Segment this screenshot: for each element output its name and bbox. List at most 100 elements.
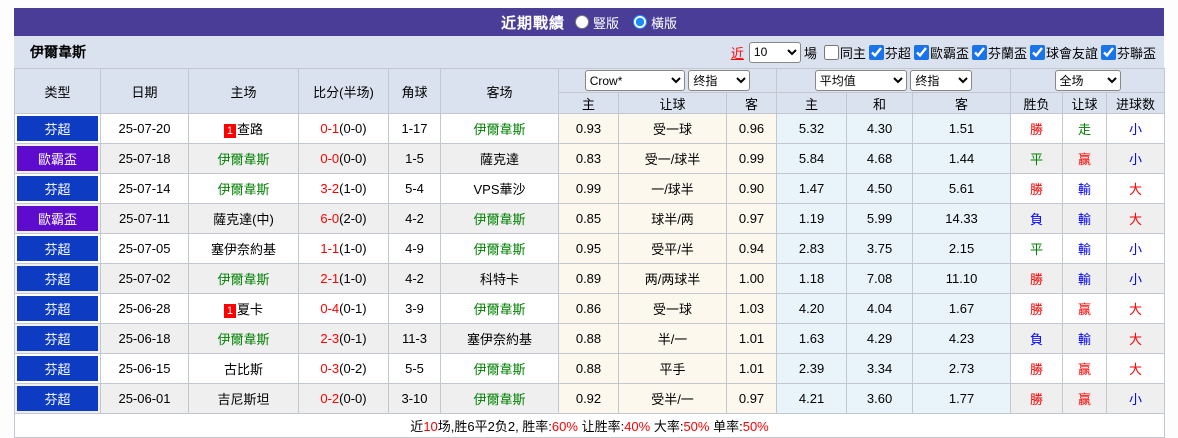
corner-score: 4-2 [388, 203, 441, 234]
fulltime-score: 2-3 [320, 331, 340, 346]
same-home-filter[interactable]: 同主 [823, 43, 866, 62]
red-card-badge: 1 [223, 304, 237, 318]
league-cell: 芬超 [14, 113, 101, 144]
summary-segment: 10 [423, 419, 438, 434]
halftime-score: (1-0) [339, 181, 367, 196]
odds-away-value: 0.99 [725, 143, 778, 174]
avg-source-select[interactable]: 平均值 [814, 70, 907, 91]
summary-row: 近10场,胜6平2负2, 胜率:60% 让胜率:40% 大率:50% 单率:50… [13, 413, 1166, 438]
match-count-select[interactable]: 10 [748, 41, 801, 63]
col-header-avg-draw: 和 [846, 92, 914, 114]
avg-away-value: 11.10 [912, 263, 1012, 294]
league-badge: 芬超 [17, 296, 98, 321]
away-team: 伊爾韋斯 [440, 353, 559, 384]
league-filter-checkbox[interactable] [971, 44, 987, 60]
odds-source-select[interactable]: Crow* [584, 70, 685, 91]
halftime-score: (2-0) [339, 211, 367, 226]
summary-cell: 近10场,胜6平2负2, 胜率:60% 让胜率:40% 大率:50% 单率:50… [13, 413, 1166, 438]
view-option-radio[interactable] [574, 15, 589, 29]
match-row: 芬超 25-06-18 伊爾韋斯 2-3(0-1) 11-3 塞伊奈約基 0.8… [14, 323, 1166, 354]
halftime-score: (1-0) [339, 271, 367, 286]
view-option-radio[interactable] [633, 15, 647, 29]
home-team: 薩克達(中) [188, 203, 299, 234]
result-handicap: 輸 [1062, 203, 1108, 234]
league-filter-label: 芬超 [884, 45, 911, 61]
halftime-score: (0-1) [339, 331, 367, 346]
match-row: 歐霸盃 25-07-11 薩克達(中) 6-0(2-0) 4-2 伊爾韋斯 0.… [14, 203, 1166, 234]
halftime-score: (0-2) [339, 361, 367, 376]
scope-select[interactable]: 全场 [1054, 70, 1121, 91]
avg-draw-value: 3.34 [846, 353, 914, 384]
away-team: 伊爾韋斯 [440, 113, 559, 144]
odds-period-select[interactable]: 终指 [688, 70, 751, 91]
col-header-result-outcome: 胜负 [1010, 92, 1064, 114]
col-header-score: 比分(半场) [298, 68, 389, 114]
avg-home-value: 4.20 [776, 293, 848, 324]
view-option[interactable]: 橫版 [633, 13, 677, 32]
league-filter-checkbox[interactable] [1100, 44, 1116, 60]
avg-home-value: 2.39 [776, 353, 848, 384]
match-date: 25-06-15 [100, 353, 189, 384]
league-filter[interactable]: 芬聯盃 [1100, 43, 1156, 62]
fulltime-score: 0-3 [320, 361, 340, 376]
score-cell: 0-3(0-2) [298, 353, 389, 384]
away-team: 塞伊奈約基 [440, 323, 559, 354]
summary-segment: 单率: [709, 419, 743, 434]
result-goals: 大 [1106, 323, 1166, 354]
avg-draw-value: 4.50 [846, 173, 914, 204]
league-cell: 芬超 [14, 323, 101, 354]
same-home-label: 同主 [839, 45, 866, 61]
away-team-name: 伊爾韋斯 [473, 122, 526, 137]
halftime-score: (0-0) [339, 151, 367, 166]
home-team-name: 薩克達(中) [213, 212, 274, 227]
league-cell: 芬超 [14, 173, 101, 204]
match-date: 25-07-02 [100, 263, 189, 294]
odds-away-value: 1.01 [725, 353, 778, 384]
odds-select-group: Crow* 终指 [557, 68, 778, 93]
odds-home-value: 0.89 [558, 263, 619, 294]
result-outcome: 勝 [1010, 173, 1064, 204]
league-filter-label: 歐霸盃 [929, 45, 969, 61]
avg-away-value: 2.15 [912, 233, 1012, 264]
avg-period-select[interactable]: 终指 [910, 70, 973, 91]
result-goals: 小 [1106, 263, 1166, 294]
result-goals: 大 [1106, 203, 1166, 234]
same-home-checkbox[interactable] [823, 44, 839, 60]
league-cell: 歐霸盃 [14, 203, 101, 234]
league-filter-checkbox[interactable] [913, 44, 929, 60]
col-header-date: 日期 [100, 68, 189, 114]
league-cell: 芬超 [14, 353, 101, 384]
results-tbody: 芬超 25-07-20 1 查路 0-1(0-0) 1-17 伊爾韋斯 0.93 … [14, 113, 1166, 414]
home-team: 吉尼斯坦 [188, 383, 299, 414]
corner-score: 3-9 [388, 293, 441, 324]
league-filter[interactable]: 芬蘭盃 [971, 43, 1027, 62]
avg-draw-value: 4.04 [846, 293, 914, 324]
avg-home-value: 1.18 [776, 263, 848, 294]
home-team: 1 查路 [188, 113, 299, 144]
result-outcome: 勝 [1010, 353, 1064, 384]
odds-handicap-value: 球半/两 [618, 203, 727, 234]
league-filter[interactable]: 歐霸盃 [913, 43, 969, 62]
view-option-label: 豎版 [592, 15, 619, 31]
score-cell: 0-0(0-0) [298, 143, 389, 174]
away-team: 伊爾韋斯 [440, 233, 559, 264]
league-filter-checkbox[interactable] [1029, 44, 1045, 60]
league-filter[interactable]: 球會友誼 [1029, 43, 1098, 62]
col-header-odds-away: 客 [725, 92, 778, 114]
league-badge: 芬超 [17, 266, 98, 291]
avg-draw-value: 5.99 [846, 203, 914, 234]
result-outcome: 負 [1010, 323, 1064, 354]
fulltime-score: 0-1 [320, 121, 340, 136]
view-option[interactable]: 豎版 [574, 13, 619, 32]
odds-away-value: 0.96 [725, 113, 778, 144]
result-handicap: 輸 [1062, 263, 1108, 294]
result-outcome: 平 [1010, 143, 1064, 174]
near-link[interactable]: 近 [731, 43, 744, 62]
odds-home-value: 0.92 [558, 383, 619, 414]
home-team: 伊爾韋斯 [188, 263, 299, 294]
league-filter[interactable]: 芬超 [868, 43, 911, 62]
league-filter-label: 芬蘭盃 [987, 45, 1027, 61]
league-filter-checkbox[interactable] [868, 44, 884, 60]
view-option-label: 橫版 [651, 15, 678, 31]
fulltime-score: 1-1 [320, 241, 340, 256]
